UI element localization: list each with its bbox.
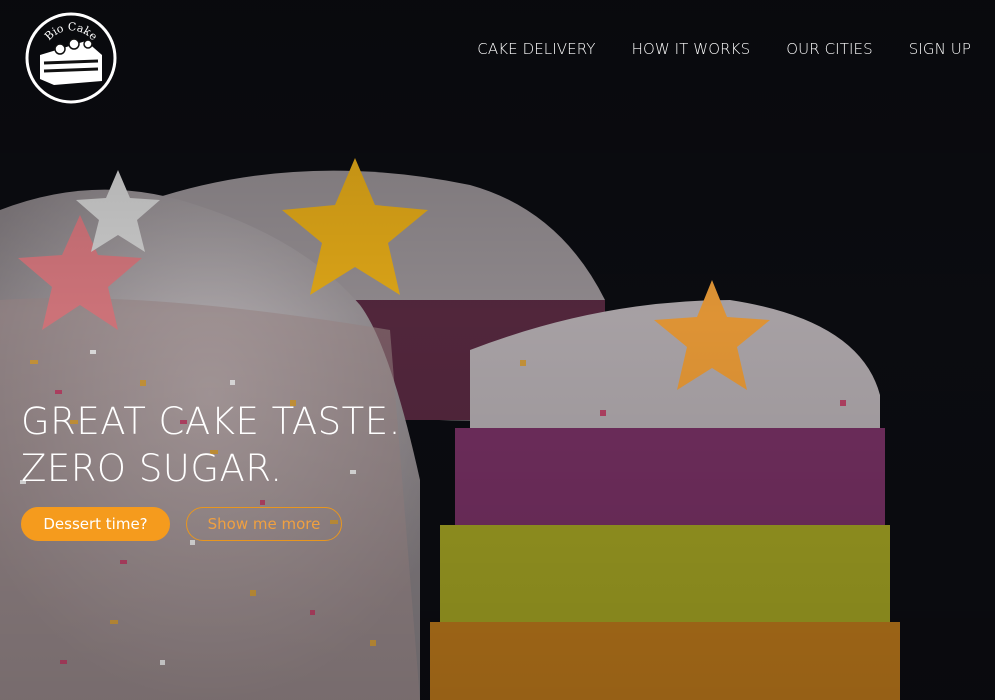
hero-section — [0, 0, 995, 700]
brand-logo[interactable]: Bio Cake — [24, 11, 118, 105]
nav-how-it-works[interactable]: HOW IT WORKS — [632, 40, 751, 58]
hero-overlay — [0, 0, 995, 700]
nav-cake-delivery[interactable]: CAKE DELIVERY — [477, 40, 595, 58]
cake-slice-icon: Bio Cake — [25, 12, 117, 104]
show-more-button[interactable]: Show me more — [186, 507, 342, 541]
hero-headline: GREAT CAKE TASTE. ZERO SUGAR. — [21, 398, 401, 492]
hero-headline-line1: GREAT CAKE TASTE. — [21, 400, 401, 443]
dessert-time-button[interactable]: Dessert time? — [21, 507, 170, 541]
hero-headline-line2: ZERO SUGAR. — [21, 447, 283, 490]
nav-our-cities[interactable]: OUR CITIES — [786, 40, 872, 58]
nav-sign-up[interactable]: SIGN UP — [909, 40, 971, 58]
main-nav: CAKE DELIVERY HOW IT WORKS OUR CITIES SI… — [477, 40, 971, 58]
